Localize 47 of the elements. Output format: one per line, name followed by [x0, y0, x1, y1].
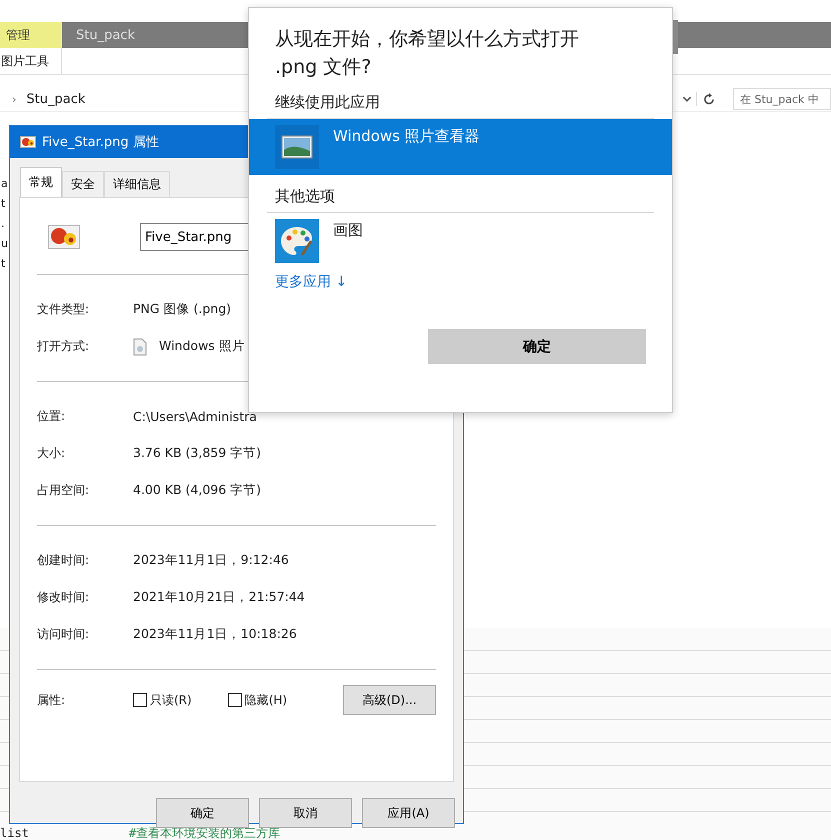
tab[interactable]: 安全 — [62, 171, 104, 197]
code-text: list — [0, 826, 29, 840]
code-comment: #查看本环境安装的第三方库 — [128, 826, 280, 840]
property-label: 创建时间: — [37, 552, 90, 569]
file-name[interactable]: a — [1, 177, 9, 191]
dialog-button[interactable]: 应用(A) — [362, 798, 455, 828]
dialog-question: 从现在开始，你希望以什么方式打开 .png 文件? — [274, 27, 580, 80]
section-heading: 其他选项 — [274, 186, 336, 207]
property-label: 大小: — [37, 445, 66, 462]
property-label: 访问时间: — [37, 626, 90, 643]
file-name[interactable]: t — [1, 257, 9, 271]
app-option[interactable]: 画图 — [249, 213, 672, 269]
file-name[interactable]: u — [1, 237, 9, 251]
checkbox-label[interactable]: 只读(R) — [150, 692, 192, 708]
app-name[interactable]: Windows 照片查看器 — [333, 127, 480, 146]
property-label: 占用空间: — [37, 482, 90, 499]
file-name[interactable]: . — [1, 217, 9, 231]
file-name[interactable]: t — [1, 197, 9, 211]
property-value: 2023年11月1日，10:18:26 — [133, 626, 297, 643]
dialog-button[interactable]: 确定 — [156, 798, 249, 828]
advanced-button[interactable]: 高级(D)... — [343, 685, 436, 715]
property-value: PNG 图像 (.png) — [133, 301, 232, 318]
tab[interactable]: 详细信息 — [104, 171, 170, 197]
ok-button[interactable]: 确定 — [428, 329, 646, 364]
checkbox-label[interactable]: 隐藏(H) — [244, 692, 288, 708]
dialog-button[interactable]: 取消 — [259, 798, 352, 828]
property-value: 3.76 KB (3,859 字节) — [133, 445, 262, 462]
window-title: Stu_pack — [76, 28, 135, 42]
property-value: 2023年11月1日，9:12:46 — [133, 552, 289, 569]
property-value: Windows 照片 — [159, 338, 245, 355]
window-title: Five_Star.png 属性 — [42, 134, 159, 151]
property-label: 打开方式: — [37, 338, 90, 355]
property-label: 位置: — [37, 408, 66, 425]
section-heading: 继续使用此应用 — [274, 92, 381, 113]
more-apps-link[interactable]: 更多应用 ↓ — [275, 273, 348, 291]
app-name[interactable]: 画图 — [333, 221, 363, 240]
property-label: 属性: — [37, 692, 66, 708]
property-label: 文件类型: — [37, 301, 90, 318]
property-value: C:\Users\Administra — [133, 409, 257, 424]
property-value: 4.00 KB (4,096 字节) — [133, 482, 262, 499]
property-value: 2021年10月21日，21:57:44 — [133, 589, 305, 606]
tab[interactable]: 常规 — [20, 167, 62, 197]
ribbon-tab[interactable]: 管理 — [0, 22, 62, 48]
ribbon-group-label: 图片工具 — [0, 48, 62, 74]
search-field[interactable]: 在 Stu_pack 中 — [733, 88, 831, 110]
property-label: 修改时间: — [37, 589, 90, 606]
app-option[interactable]: Windows 照片查看器 — [249, 119, 672, 175]
